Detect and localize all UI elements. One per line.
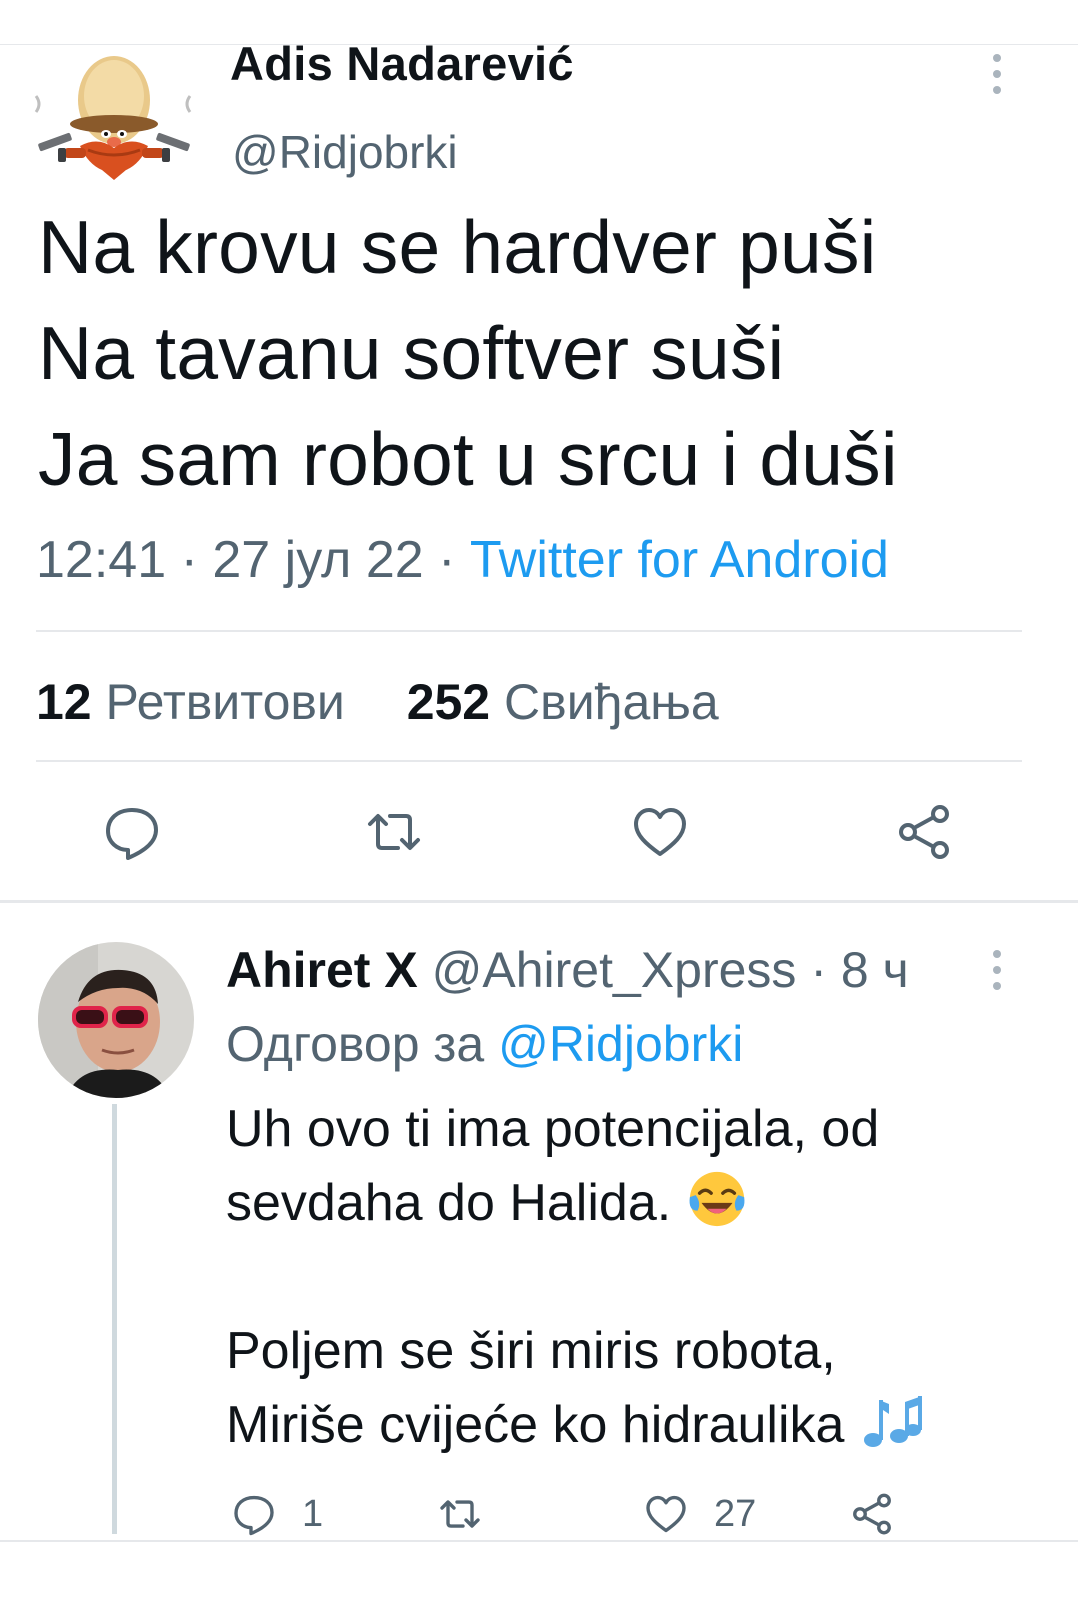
replying-label: Одговор за (226, 1016, 485, 1072)
likes-count: 252 (406, 674, 491, 730)
meta-separator: · (438, 531, 470, 589)
likes-stat[interactable]: 252 Свиђања (407, 674, 719, 730)
tweet-text: Na krovu se hardver puši Na tavanu softv… (38, 205, 898, 501)
reply-text-part2: Poljem se širi miris robota, Miriše cvij… (226, 1322, 845, 1454)
author-avatar[interactable] (28, 52, 198, 182)
tweet-stats: 12 Ретвитови 252 Свиђања (36, 670, 719, 734)
tears-of-joy-emoji-icon (686, 1168, 748, 1230)
retweet-icon (440, 1500, 480, 1528)
reply-action[interactable]: 1 (230, 1490, 323, 1538)
reply-age: 8 ч (840, 942, 909, 998)
reply-author-name[interactable]: Ahiret X (226, 942, 418, 998)
more-options-icon[interactable] (990, 54, 1004, 98)
reply-header: Ahiret X @Ahiret_Xpress · 8 ч (226, 938, 909, 1002)
share-icon (853, 1493, 891, 1535)
retweets-label: Ретвитови (105, 674, 345, 730)
like-action[interactable]: 27 (642, 1490, 756, 1538)
musical-notes-emoji-icon (859, 1390, 923, 1454)
author-name[interactable]: Adis Nadarević (230, 34, 574, 94)
retweets-stat[interactable]: 12 Ретвитови (36, 674, 345, 730)
reply-icon[interactable] (100, 800, 164, 864)
reply-icon (234, 1495, 274, 1536)
likes-label: Свиђања (504, 674, 719, 730)
share-icon[interactable] (892, 800, 956, 864)
divider (36, 760, 1022, 762)
reply-more-options-icon[interactable] (990, 950, 1004, 994)
tweet-meta: 12:41 · 27 јул 22 · Twitter for Android (36, 528, 889, 592)
reply-author-avatar[interactable] (38, 942, 194, 1098)
reply-count: 1 (302, 1492, 324, 1535)
reply-separator: · (810, 942, 827, 998)
reply-like-count: 27 (714, 1492, 757, 1535)
tweet-date: 27 јул 22 (212, 531, 424, 589)
author-handle[interactable]: @Ridjobrki (232, 122, 458, 182)
section-divider (0, 900, 1078, 903)
bottom-divider (0, 1540, 1078, 1542)
reply-text-part1: Uh ovo ti ima potencijala, od sevdaha do… (226, 1100, 880, 1232)
tweet-source-link[interactable]: Twitter for Android (470, 531, 889, 589)
share-action[interactable] (848, 1490, 920, 1538)
reply-author-handle[interactable]: @Ahiret_Xpress (432, 942, 797, 998)
thread-line (112, 1104, 117, 1534)
retweets-count: 12 (36, 674, 92, 730)
like-icon (646, 1495, 686, 1533)
retweet-icon[interactable] (362, 800, 426, 864)
replying-to-mention[interactable]: @Ridjobrki (498, 1016, 743, 1072)
retweet-action[interactable] (436, 1490, 508, 1538)
tweet-time: 12:41 (36, 531, 167, 589)
divider (36, 630, 1022, 632)
replying-to: Одговор за @Ridjobrki (226, 1012, 743, 1076)
reply-text: Uh ovo ti ima potencijala, od sevdaha do… (226, 1092, 923, 1462)
like-icon[interactable] (628, 800, 692, 864)
meta-separator: · (180, 531, 213, 589)
